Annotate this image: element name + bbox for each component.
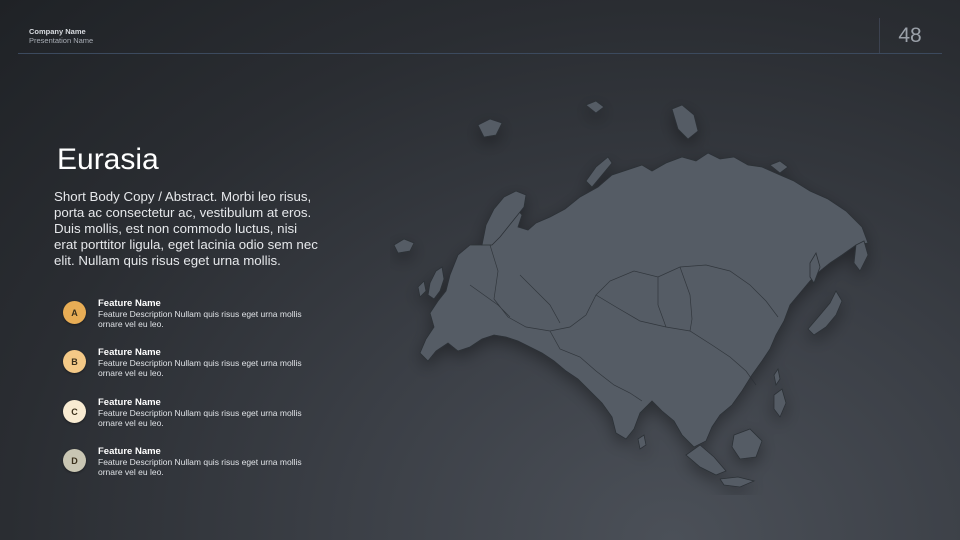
- feature-description: Feature Description Nullam quis risus eg…: [98, 309, 302, 329]
- page-number: 48: [898, 24, 922, 47]
- feature-item-b: B Feature Name Feature Description Nulla…: [63, 347, 303, 387]
- feature-badge-a: A: [63, 301, 86, 324]
- presentation-name: Presentation Name: [29, 36, 94, 45]
- feature-description: Feature Description Nullam quis risus eg…: [98, 408, 302, 428]
- sri-lanka: [637, 434, 647, 450]
- feature-item-a: A Feature Name Feature Description Nulla…: [63, 298, 303, 338]
- feature-name: Feature Name: [98, 347, 161, 358]
- feature-badge-b: B: [63, 350, 86, 373]
- feature-item-d: D Feature Name Feature Description Nulla…: [63, 446, 303, 486]
- feature-description: Feature Description Nullam quis risus eg…: [98, 457, 302, 477]
- feature-badge-d: D: [63, 449, 86, 472]
- great-britain: [427, 266, 445, 300]
- feature-badge-c: C: [63, 400, 86, 423]
- body-copy: Short Body Copy / Abstract. Morbi leo ri…: [54, 189, 318, 268]
- header-divider: [18, 53, 942, 54]
- new-siberian-islands: [769, 160, 789, 174]
- slide-title: Eurasia: [57, 143, 159, 176]
- eurasia-map: [393, 100, 869, 488]
- feature-description: Feature Description Nullam quis risus eg…: [98, 358, 302, 378]
- kamchatka: [853, 240, 869, 272]
- eurasia-mainland: [419, 152, 869, 448]
- philippines: [773, 388, 787, 418]
- ireland: [417, 280, 427, 298]
- page-number-divider: [879, 18, 880, 53]
- feature-name: Feature Name: [98, 446, 161, 457]
- feature-item-c: C Feature Name Feature Description Nulla…: [63, 397, 303, 437]
- feature-name: Feature Name: [98, 397, 161, 408]
- severnaya-zemlya: [671, 104, 699, 140]
- sumatra: [685, 444, 727, 476]
- slide-header: Company Name Presentation Name 48: [0, 0, 960, 54]
- japan: [807, 290, 843, 336]
- borneo: [731, 428, 763, 460]
- taiwan: [773, 367, 781, 387]
- java: [719, 476, 756, 488]
- company-name: Company Name: [29, 27, 86, 36]
- svalbard: [477, 118, 503, 138]
- iceland: [393, 238, 415, 254]
- feature-name: Feature Name: [98, 298, 161, 309]
- franz-josef-land: [585, 100, 605, 114]
